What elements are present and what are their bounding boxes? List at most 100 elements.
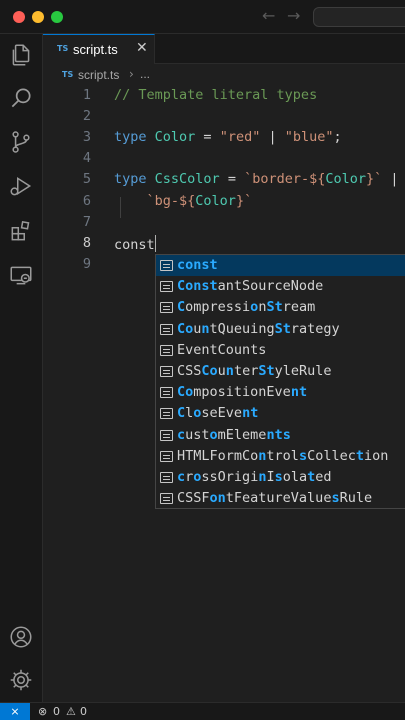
account-icon[interactable]	[8, 624, 34, 650]
match-highlight: const	[177, 257, 218, 273]
match-highlight: St	[274, 320, 291, 337]
match-highlight: n	[225, 363, 234, 379]
suggestion-text: ed	[315, 469, 332, 485]
match-highlight: C	[177, 405, 186, 422]
code-token: Color	[195, 192, 236, 209]
suggestion-text: ream	[282, 299, 316, 316]
line-number: 3	[82, 129, 91, 146]
suggestion-label: CloseEvent	[177, 405, 258, 421]
code-text: type CssColor = `border-${Color}` |	[114, 171, 399, 187]
match-highlight: nt	[290, 384, 308, 401]
suggestion-item[interactable]: customElements	[156, 425, 405, 446]
suggestion-item[interactable]: CSSCounterStyleRule	[156, 361, 405, 382]
code-token: type	[114, 171, 147, 188]
code-token: `bg-${	[146, 192, 196, 209]
close-icon[interactable]: ✕	[136, 40, 148, 56]
error-icon[interactable]: ⊗	[38, 705, 47, 718]
search-icon[interactable]	[8, 85, 34, 111]
suggestion-text: EventCo	[177, 341, 234, 358]
suggestion-label: HTMLFormControlsCollection	[177, 448, 388, 464]
suggest-widget: const ConstantSourceNode CompressionStream…	[155, 254, 405, 509]
code-token: const	[114, 236, 155, 253]
source-control-icon[interactable]	[8, 129, 34, 155]
symbol-keyword-icon	[160, 366, 173, 377]
suggestion-item[interactable]: ConstantSourceNode	[156, 276, 405, 297]
maximize-window-button[interactable]	[51, 11, 63, 23]
code-line[interactable]: 2	[43, 107, 405, 128]
suggestion-label: CompositionEvent	[177, 384, 307, 400]
suggestion-text: HTMLFormCo	[177, 447, 259, 464]
run-debug-icon[interactable]	[8, 173, 34, 199]
suggestion-text: antSourceNode	[217, 278, 324, 295]
code-token: type	[114, 129, 147, 146]
match-highlight: Co	[201, 363, 218, 379]
suggestion-item[interactable]: const	[156, 255, 405, 277]
editor-tab-bar: TS script.ts ✕	[43, 34, 405, 64]
tab-label: script.ts	[73, 42, 118, 57]
code-token: Color	[325, 171, 366, 188]
match-highlight: t	[355, 447, 364, 464]
suggestion-text: Rule	[339, 490, 373, 507]
files-icon[interactable]	[8, 42, 34, 68]
activity-bar	[0, 34, 43, 702]
match-highlight: s	[298, 447, 308, 464]
extensions-icon[interactable]	[8, 218, 34, 244]
suggestion-item[interactable]: CSSFontFeatureValuesRule	[156, 488, 405, 508]
symbol-keyword-icon	[160, 450, 173, 462]
suggestion-text: seEve	[201, 405, 243, 422]
code-line[interactable]: 1 // Template literal types	[43, 86, 405, 107]
suggestion-text: u	[217, 363, 226, 379]
arrow-left-icon[interactable]: ←	[262, 6, 275, 25]
line-number: 7	[82, 213, 91, 230]
code-line[interactable]: 7	[43, 213, 405, 234]
symbol-keyword-icon	[160, 387, 173, 399]
match-highlight: nts	[266, 426, 291, 443]
suggestion-label: CountQueuingStrategy	[177, 321, 340, 337]
code-text: const	[114, 234, 156, 253]
code-line[interactable]: 5 type CssColor = `border-${Color}` |	[43, 170, 405, 191]
minimize-window-button[interactable]	[32, 11, 44, 23]
suggestion-item[interactable]: CompositionEvent	[156, 382, 405, 403]
code-line[interactable]: 8 const	[43, 234, 405, 255]
warning-count[interactable]: 0	[80, 705, 87, 718]
suggestion-item[interactable]: EventCounts	[156, 340, 405, 361]
remote-explorer-icon[interactable]	[8, 262, 34, 288]
code-token: Color	[154, 129, 196, 146]
symbol-keyword-icon	[160, 323, 173, 335]
suggestion-item[interactable]: crossOriginIsolated	[156, 467, 405, 488]
tab-script-ts[interactable]: TS script.ts ✕	[43, 34, 155, 64]
code-token: CssColor	[154, 171, 220, 188]
error-count[interactable]: 0	[53, 705, 60, 718]
code-line[interactable]: 6 `bg-${Color}`	[43, 192, 405, 213]
code-line[interactable]: 4	[43, 149, 405, 170]
suggestion-item[interactable]: CountQueuingStrategy	[156, 319, 405, 340]
symbol-keyword-icon	[160, 302, 173, 314]
code-token: // Template literal types	[114, 87, 318, 103]
match-highlight: c	[177, 469, 186, 485]
arrow-right-icon[interactable]: →	[287, 6, 300, 25]
suggestion-label: const	[177, 257, 218, 273]
suggestion-text: trol	[266, 447, 299, 464]
line-number: 2	[82, 108, 91, 125]
settings-gear-icon[interactable]	[8, 667, 34, 693]
code-token: |	[382, 171, 399, 188]
warning-icon[interactable]: ⚠	[66, 705, 76, 718]
command-center-search[interactable]	[313, 7, 405, 27]
suggestion-item[interactable]: CloseEvent	[156, 403, 405, 424]
breadcrumb-symbol[interactable]: ...	[140, 67, 150, 81]
suggestion-text: unts	[233, 341, 267, 358]
breadcrumb-file[interactable]: script.ts	[78, 68, 119, 82]
match-highlight: s	[274, 469, 283, 485]
suggestion-item[interactable]: HTMLFormControlsCollection	[156, 446, 405, 467]
remote-indicator-icon[interactable]: ⨯	[0, 703, 30, 720]
suggestion-text: mEleme	[217, 426, 267, 443]
suggestion-text: CSS	[177, 363, 202, 379]
chevron-right-icon: ›	[129, 67, 134, 81]
close-window-button[interactable]	[13, 11, 25, 23]
breadcrumb: TS script.ts › ...	[43, 64, 405, 86]
code-line[interactable]: 3 type Color = "red" | "blue";	[43, 128, 405, 149]
suggestion-item[interactable]: CompressionStream	[156, 297, 405, 318]
line-number: 5	[82, 171, 91, 188]
line-number: 6	[82, 192, 91, 209]
